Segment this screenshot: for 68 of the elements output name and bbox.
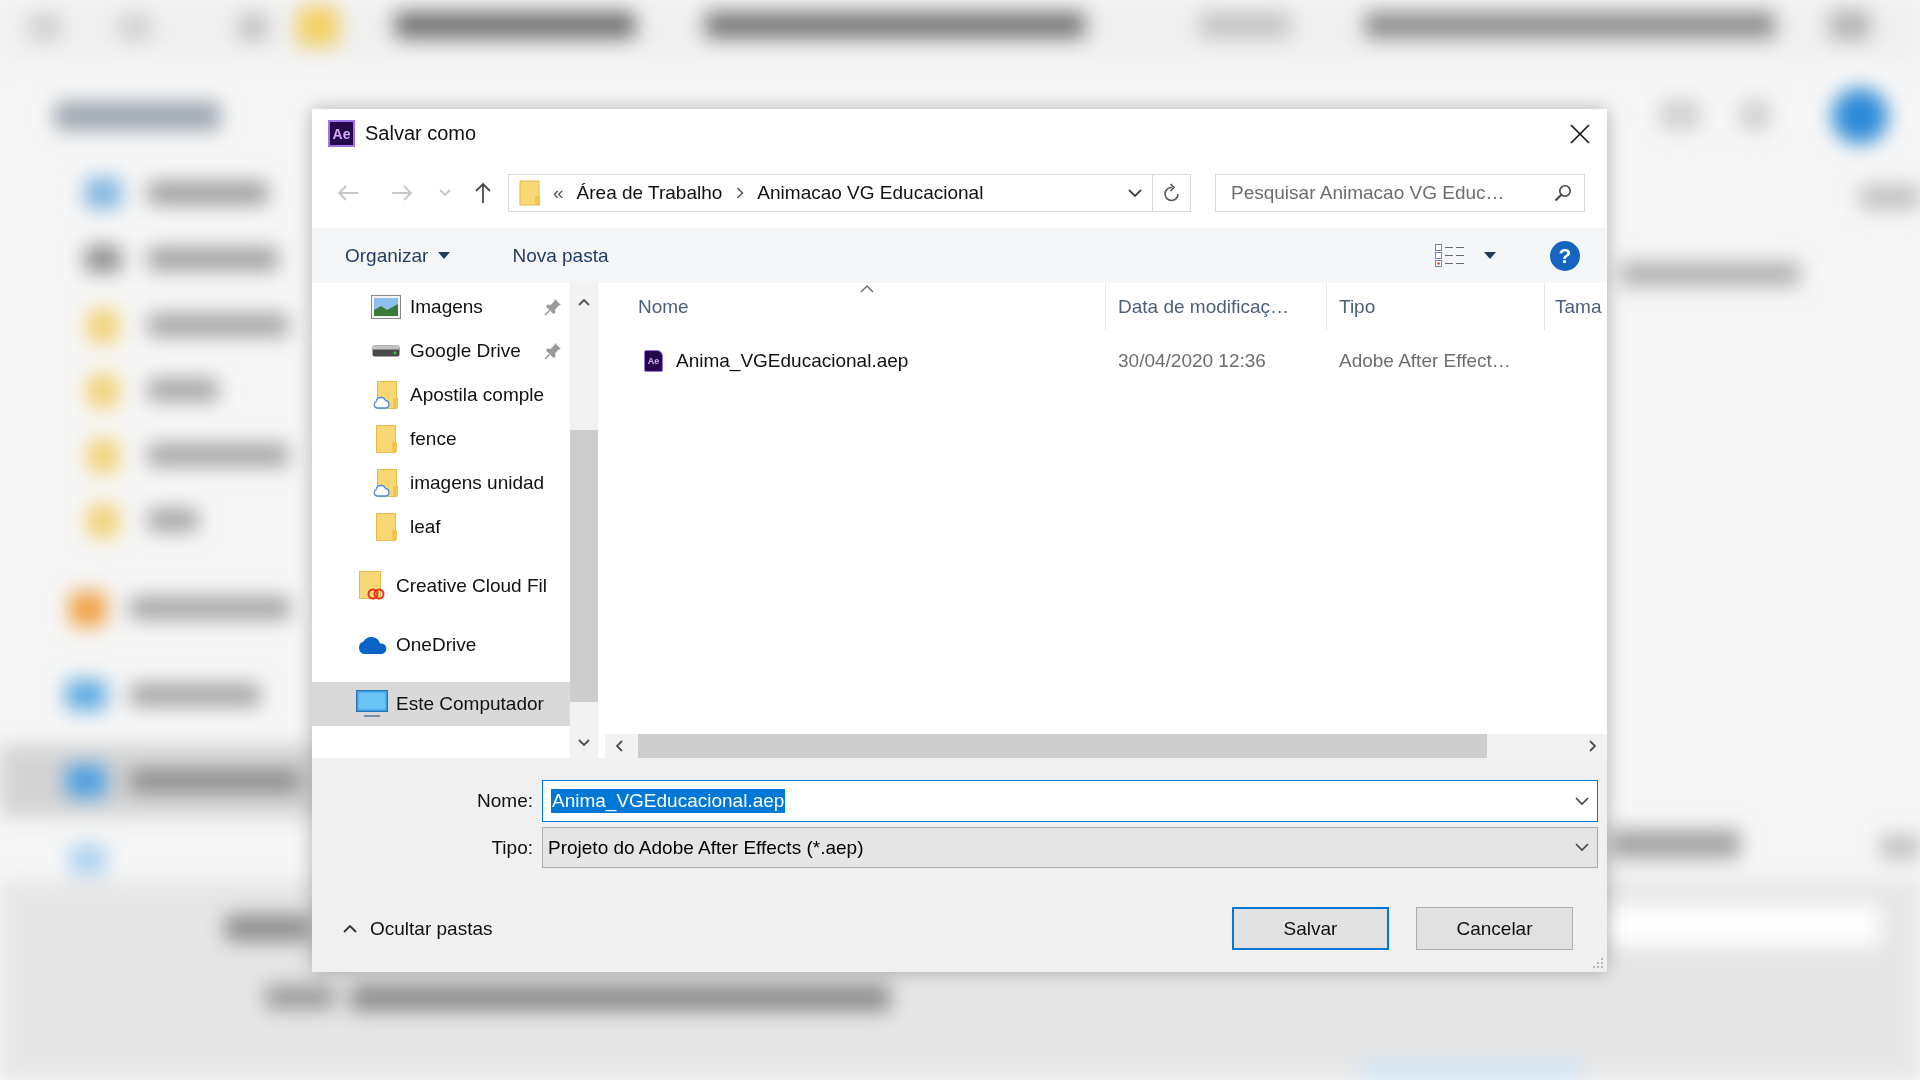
scrollbar-thumb[interactable] xyxy=(638,734,1487,758)
chevron-down-icon[interactable] xyxy=(1128,188,1142,198)
field-label: Nome: xyxy=(477,790,533,812)
horizontal-scrollbar[interactable] xyxy=(605,734,1607,758)
chevron-up-icon xyxy=(343,924,357,933)
pin-icon[interactable] xyxy=(544,298,562,316)
cloud-folder-icon xyxy=(373,381,399,409)
cloud-folder-icon xyxy=(373,469,399,497)
app-logo: Ae xyxy=(328,120,355,147)
breadcrumb-item[interactable]: Área de Trabalho xyxy=(576,182,723,204)
vertical-scrollbar[interactable] xyxy=(570,283,598,758)
file-type-dropdown[interactable]: Projeto do Adobe After Effects (*.aep) xyxy=(542,827,1598,868)
hide-folders-button[interactable]: Ocultar pastas xyxy=(337,913,499,944)
chevron-left-icon[interactable] xyxy=(616,740,623,752)
help-button[interactable]: ? xyxy=(1550,240,1580,271)
breadcrumb-item[interactable]: Animacao VG Educacional xyxy=(757,182,984,204)
filename-field[interactable]: Anima_VGEducacional.aep xyxy=(542,780,1598,822)
scrollbar-thumb[interactable] xyxy=(570,430,598,702)
sidebar-item[interactable]: Imagens xyxy=(312,285,570,329)
breadcrumb-overflow[interactable]: « xyxy=(553,182,564,204)
resize-grip-icon[interactable] xyxy=(1592,957,1604,969)
column-header[interactable]: Tipo xyxy=(1327,283,1545,330)
sidebar-item[interactable]: Creative Cloud Fil xyxy=(312,564,570,608)
cancel-button[interactable]: Cancelar xyxy=(1416,907,1573,950)
column-header[interactable]: Tama xyxy=(1545,283,1607,330)
table-cell: Anima_VGEducacional.aep xyxy=(676,349,909,372)
folder-icon xyxy=(374,513,398,541)
chevron-up-icon[interactable] xyxy=(578,299,590,306)
sidebar-item[interactable]: fence xyxy=(312,417,570,461)
chevron-right-icon[interactable] xyxy=(1589,740,1596,752)
table-cell: Adobe After Effect… xyxy=(1339,349,1511,372)
folder-icon xyxy=(519,180,541,206)
field-label: Tipo: xyxy=(491,836,533,859)
sidebar-item[interactable]: Este Computador xyxy=(312,682,570,726)
computer-icon xyxy=(356,690,388,718)
view-options-icon[interactable] xyxy=(1434,242,1466,269)
sidebar-item[interactable]: Google Drive xyxy=(312,329,570,373)
close-icon[interactable] xyxy=(1570,123,1590,144)
organize-menu-button[interactable]: Organizar xyxy=(339,235,457,276)
folder-icon xyxy=(374,425,398,453)
cloud-icon xyxy=(356,635,388,655)
sidebar-item[interactable]: Apostila comple xyxy=(312,373,570,417)
chevron-down-icon[interactable] xyxy=(578,739,590,746)
sidebar-item[interactable]: imagens unidad xyxy=(312,461,570,505)
up-arrow-icon[interactable] xyxy=(474,182,492,204)
drive-icon xyxy=(372,345,400,357)
address-bar[interactable]: « Área de Trabalho Animacao VG Educacional xyxy=(508,174,1153,212)
refresh-icon xyxy=(1162,183,1181,203)
refresh-button[interactable] xyxy=(1153,174,1191,212)
chevron-down-icon[interactable] xyxy=(1575,796,1589,806)
column-header[interactable]: Data de modificaç… xyxy=(1106,283,1327,330)
search-field[interactable]: Pesquisar Animacao VG Educ… xyxy=(1215,174,1585,212)
window-title: Salvar como xyxy=(365,122,477,145)
chevron-right-icon[interactable] xyxy=(736,187,745,199)
file-row[interactable]: Ae Anima_VGEducacional.aep 30/04/2020 12:36 Adobe After Effect… xyxy=(605,343,1607,378)
caret-down-icon[interactable] xyxy=(1484,252,1496,259)
file-type-logo: Ae xyxy=(644,349,663,372)
table-cell: 30/04/2020 12:36 xyxy=(1118,349,1266,372)
search-icon[interactable] xyxy=(1554,184,1572,202)
save-button[interactable]: Salvar xyxy=(1232,907,1389,950)
sidebar-item[interactable]: leaf xyxy=(312,505,570,549)
pictures-icon xyxy=(371,295,401,319)
creative-cloud-folder-icon xyxy=(358,571,386,601)
pin-icon[interactable] xyxy=(544,342,562,360)
chevron-down-icon[interactable] xyxy=(1575,843,1589,852)
column-header[interactable]: Nome xyxy=(605,283,1106,330)
sidebar-item[interactable]: OneDrive xyxy=(312,623,570,667)
new-folder-button[interactable]: Nova pasta xyxy=(506,235,615,276)
